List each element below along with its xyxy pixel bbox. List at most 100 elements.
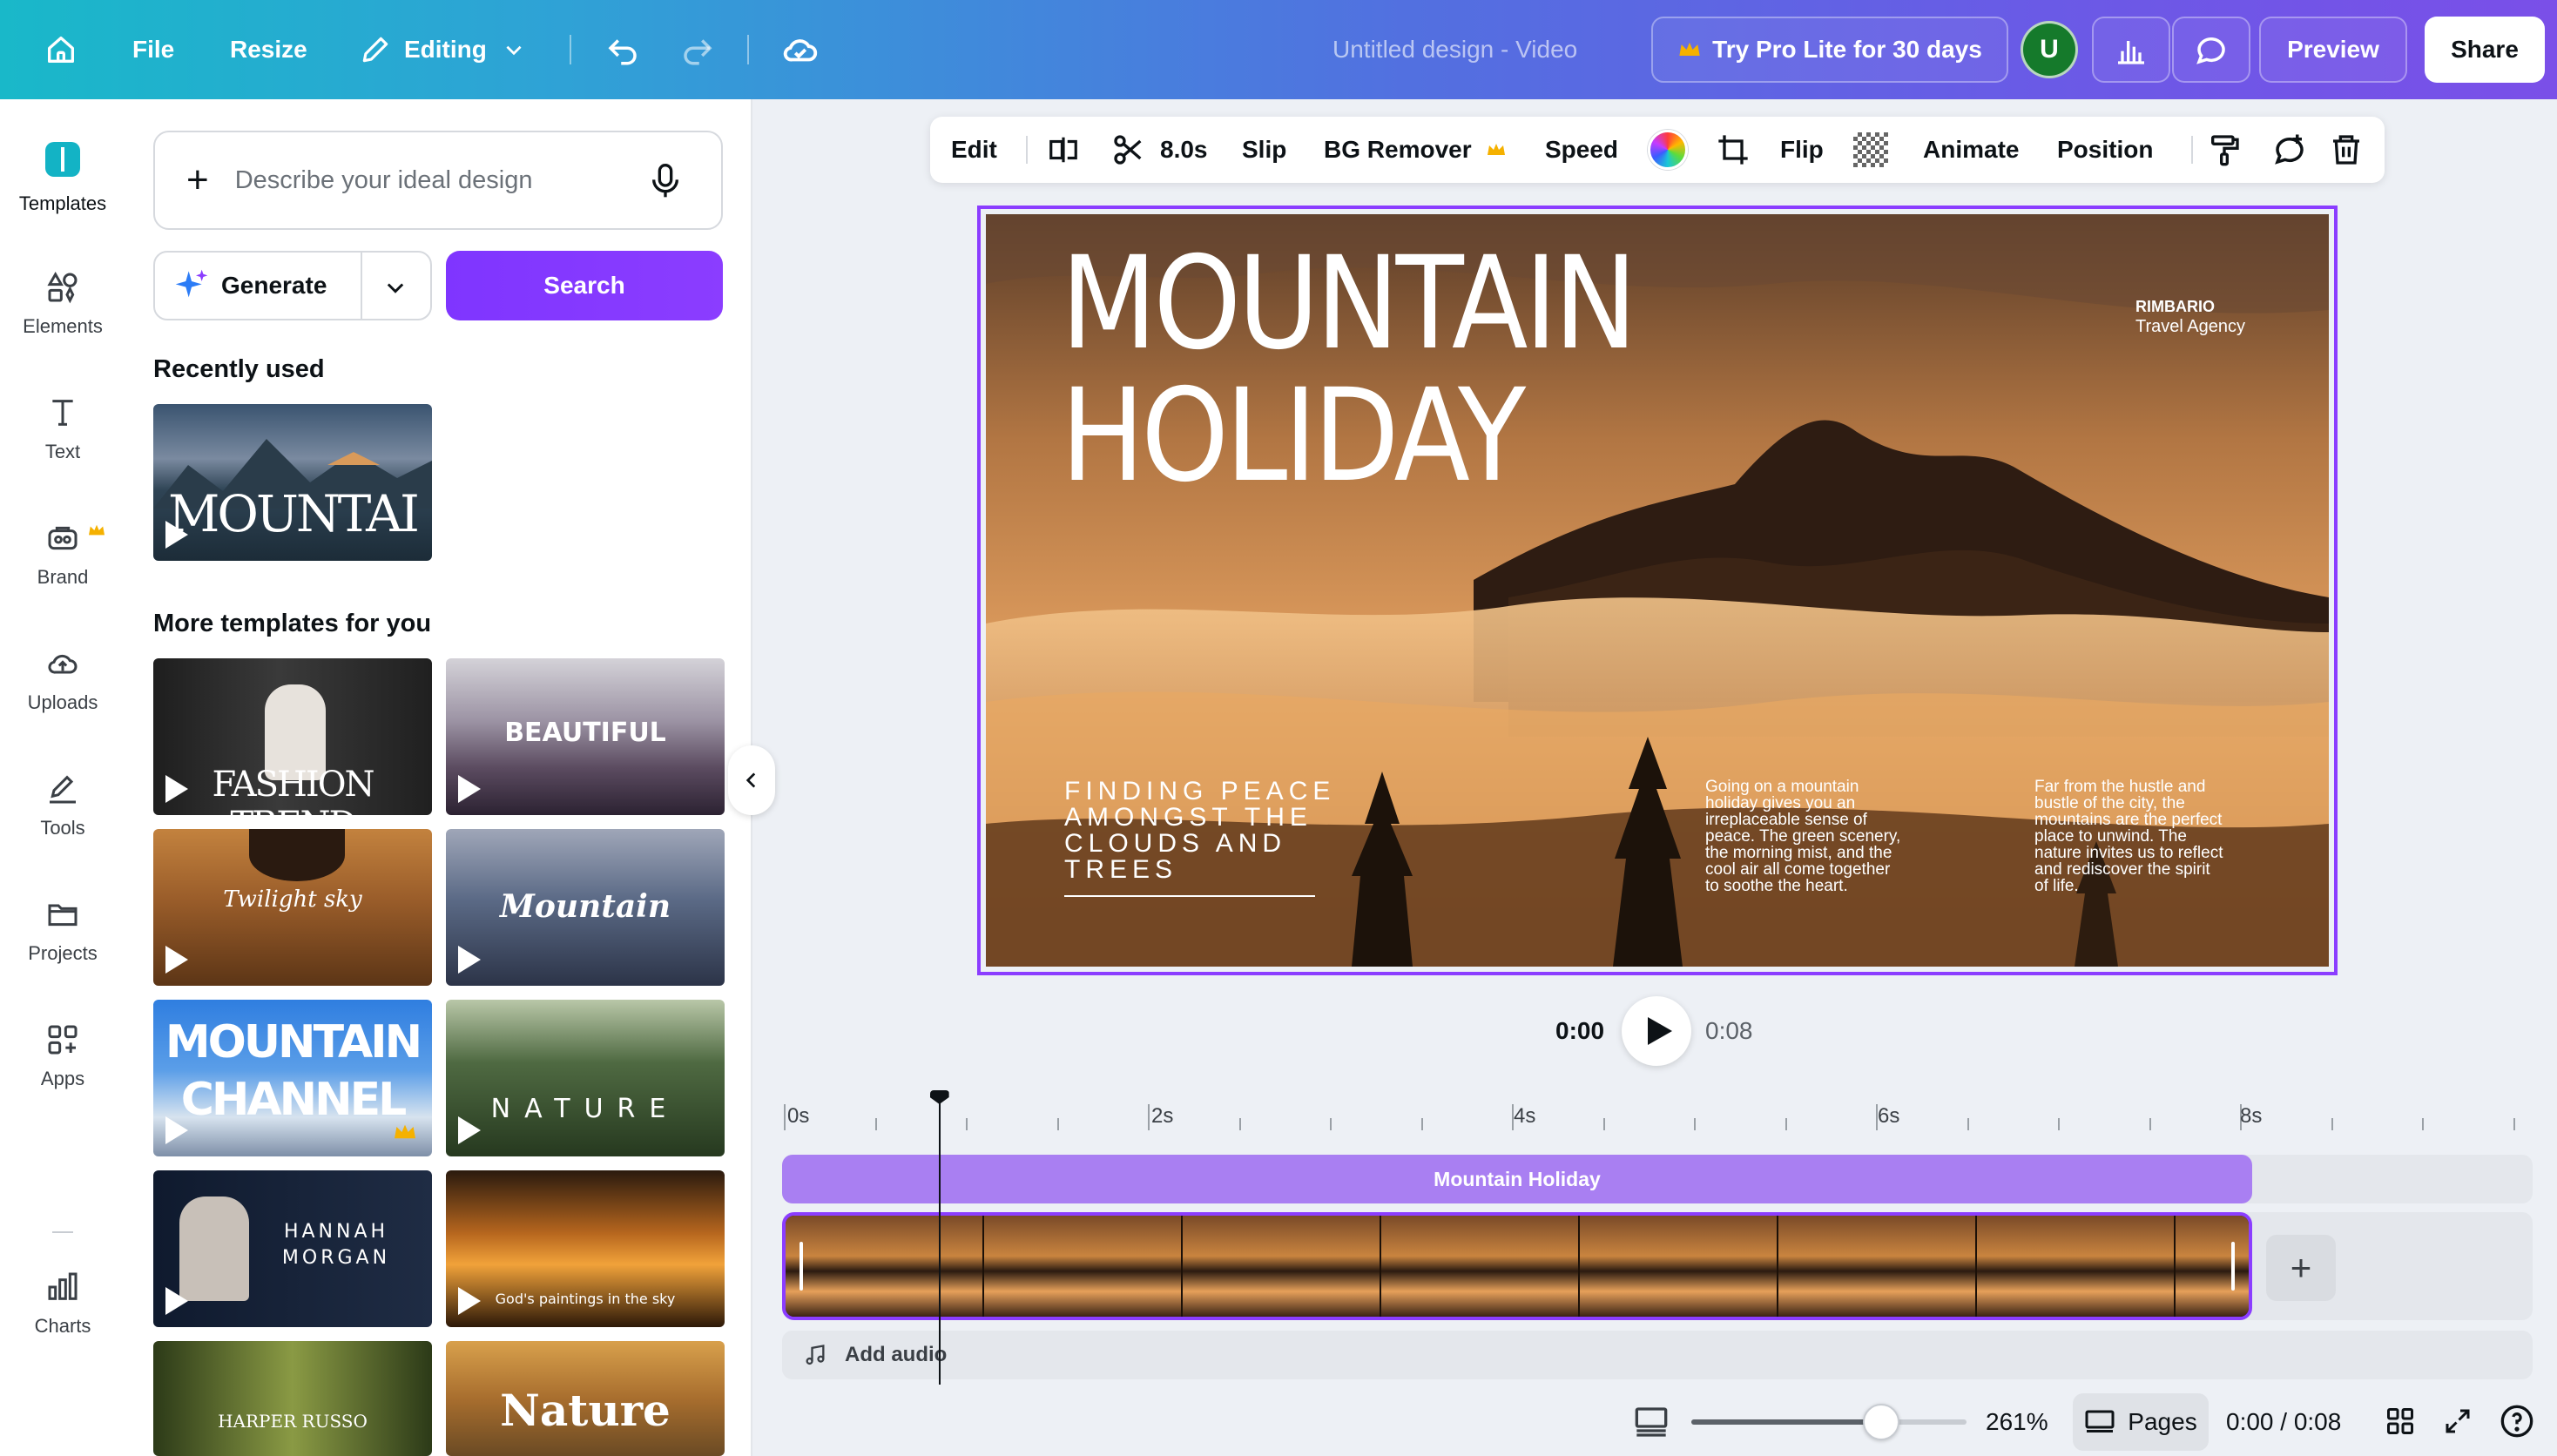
divider <box>747 35 749 64</box>
bg-remover-button[interactable]: BG Remover <box>1324 117 1507 183</box>
add-comment-button[interactable] <box>2271 117 2308 183</box>
template-thumbnail[interactable]: NATURE <box>446 1000 725 1156</box>
redo-button[interactable] <box>679 0 716 99</box>
comments-button[interactable] <box>2172 17 2250 83</box>
describe-design-input[interactable]: + Describe your ideal design <box>153 131 723 230</box>
trim-handle-left[interactable] <box>799 1242 803 1291</box>
help-icon[interactable] <box>2500 1404 2534 1439</box>
rail-item-elements[interactable]: Elements <box>0 247 125 361</box>
file-label: File <box>132 36 175 63</box>
add-audio-track[interactable]: Add audio <box>782 1331 2252 1379</box>
paragraph-right[interactable]: Far from the hustle and bustle of the ci… <box>2034 779 2223 894</box>
rail-item-uploads[interactable]: Uploads <box>0 624 125 737</box>
ruler-tick <box>784 1104 786 1130</box>
zoom-level[interactable]: 261% <box>1986 1404 2048 1440</box>
home-button[interactable] <box>44 0 78 99</box>
animate-button[interactable]: Animate <box>1923 117 2019 183</box>
text-track-clip[interactable]: Mountain Holiday <box>782 1155 2252 1203</box>
rail-item-apps[interactable]: Apps <box>0 1000 125 1113</box>
delete-button[interactable] <box>2329 117 2364 183</box>
rail-item-tools[interactable]: Tools <box>0 749 125 862</box>
transparency-button[interactable] <box>1853 117 1888 183</box>
text-line: holiday gives you an <box>1705 794 1856 812</box>
plus-icon: + <box>2290 1247 2312 1288</box>
search-button[interactable]: Search <box>446 251 723 320</box>
undo-button[interactable] <box>604 0 641 99</box>
text-line: TREES <box>1064 855 1178 884</box>
template-thumbnail[interactable]: HARPER RUSSO <box>153 1341 432 1456</box>
rail-item-templates[interactable]: Templates <box>0 122 125 235</box>
add-clip-button[interactable]: + <box>2266 1235 2336 1301</box>
filmstrip-frame <box>1977 1216 2176 1317</box>
video-track-clip[interactable] <box>782 1212 2252 1320</box>
finding-peace-text[interactable]: FINDING PEACE AMONGST THE CLOUDS AND TRE… <box>1064 779 1335 883</box>
avatar[interactable]: U <box>2021 21 2078 78</box>
template-thumbnail[interactable]: Nature <box>446 1341 725 1456</box>
design-canvas[interactable]: MOUNTAIN HOLIDAY RIMBARIO Travel Agency … <box>986 214 2329 967</box>
template-thumbnail[interactable]: God's paintings in the sky <box>446 1170 725 1327</box>
brand-subtitle[interactable]: Travel Agency <box>2135 317 2245 337</box>
document-title[interactable]: Untitled design - Video <box>1332 0 1577 99</box>
rail-item-brand[interactable]: Brand <box>0 498 125 611</box>
cloud-check-icon <box>783 39 818 62</box>
zoom-slider-handle[interactable] <box>1863 1404 1900 1440</box>
insights-button[interactable] <box>2092 17 2170 83</box>
recent-template-thumbnail[interactable]: MOUNTAI <box>153 404 432 561</box>
rail-item-text[interactable]: Text <box>0 373 125 486</box>
slide-title-line1[interactable]: MOUNTAIN <box>1061 239 1637 368</box>
share-button[interactable]: Share <box>2425 17 2545 83</box>
resize-button[interactable]: Resize <box>230 0 307 99</box>
redo-icon <box>684 39 712 65</box>
notes-icon[interactable] <box>1634 1405 1669 1439</box>
search-label: Search <box>543 272 625 299</box>
cloud-save-button[interactable] <box>780 0 820 99</box>
trim-handle-right[interactable] <box>2231 1242 2235 1291</box>
music-note-icon <box>806 1345 825 1365</box>
crop-button[interactable] <box>1716 117 1751 183</box>
file-menu[interactable]: File <box>132 0 174 99</box>
bar-chart-icon <box>2118 41 2144 64</box>
text-line: Going on a mountain <box>1705 778 1859 796</box>
split-button[interactable] <box>1047 117 1080 183</box>
more-templates-heading: More templates for you <box>153 610 432 637</box>
playhead[interactable] <box>938 1094 941 1385</box>
fullscreen-icon[interactable] <box>2442 1405 2473 1437</box>
microphone-icon[interactable] <box>648 162 683 200</box>
speed-button[interactable]: Speed <box>1545 117 1618 183</box>
template-thumbnail[interactable]: FASHION TREND <box>153 658 432 815</box>
color-picker-button[interactable] <box>1648 117 1688 183</box>
template-thumbnail[interactable]: HANNAH MORGAN <box>153 1170 432 1327</box>
rail-item-charts[interactable]: Charts <box>0 1247 125 1360</box>
template-thumbnail[interactable]: MOUNTAIN CHANNEL <box>153 1000 432 1156</box>
pages-icon <box>2085 1410 2115 1432</box>
rail-item-projects[interactable]: Projects <box>0 874 125 988</box>
play-button[interactable] <box>1622 996 1691 1066</box>
collapse-panel-button[interactable] <box>728 745 775 815</box>
play-icon <box>458 1116 481 1144</box>
grid-view-icon[interactable] <box>2385 1405 2416 1437</box>
copy-style-button[interactable] <box>2207 117 2242 183</box>
trim-button[interactable]: 8.0s <box>1111 117 1208 183</box>
preview-button[interactable]: Preview <box>2259 17 2407 83</box>
try-pro-button[interactable]: Try Pro Lite for 30 days <box>1651 17 2008 83</box>
template-thumbnail[interactable]: Twilight sky <box>153 829 432 986</box>
text-line: and rediscover the spirit <box>2034 860 2210 879</box>
crown-icon <box>395 1124 415 1139</box>
template-thumbnail[interactable]: Mountain <box>446 829 725 986</box>
chevron-down-icon[interactable] <box>383 275 408 300</box>
position-button[interactable]: Position <box>2057 117 2153 183</box>
edit-button[interactable]: Edit <box>951 117 997 183</box>
flip-button[interactable]: Flip <box>1780 117 1824 183</box>
slide-title-line2[interactable]: HOLIDAY <box>1061 372 1526 501</box>
selected-slide-frame[interactable]: MOUNTAIN HOLIDAY RIMBARIO Travel Agency … <box>977 206 2338 975</box>
charts-icon <box>48 1272 78 1300</box>
paragraph-left[interactable]: Going on a mountain holiday gives you an… <box>1705 779 1900 894</box>
template-thumbnail[interactable]: BEAUTIFUL <box>446 658 725 815</box>
generate-button[interactable]: Generate <box>153 251 432 320</box>
recently-used-heading: Recently used <box>153 355 325 383</box>
editing-mode-dropdown[interactable]: Editing <box>359 0 525 99</box>
slip-button[interactable]: Slip <box>1242 117 1286 183</box>
brand-name[interactable]: RIMBARIO <box>2135 298 2215 316</box>
ruler-tick <box>2513 1118 2515 1130</box>
pages-button[interactable]: Pages <box>2073 1393 2209 1451</box>
